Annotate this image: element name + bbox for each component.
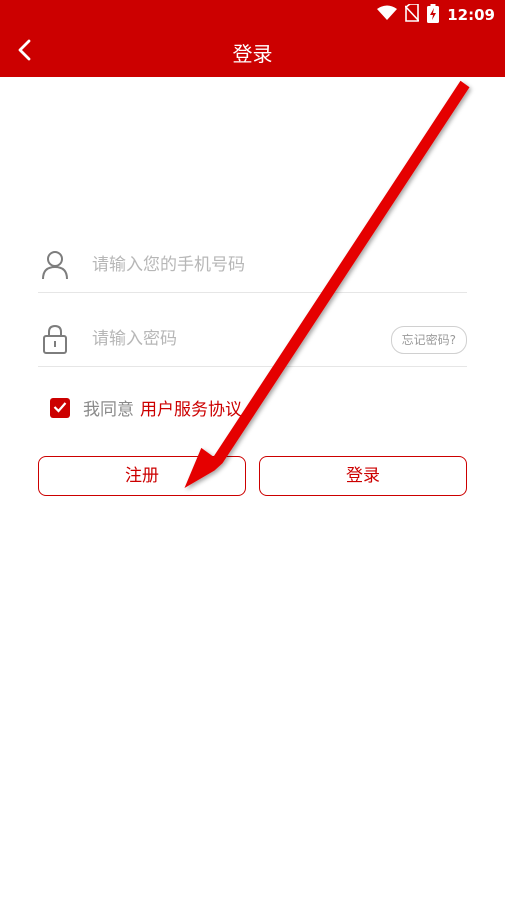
agreement-text: 我同意 xyxy=(83,400,134,420)
app-bar: 12:09 登录 xyxy=(0,0,505,77)
phone-field xyxy=(38,240,467,293)
page-title: 登录 xyxy=(232,42,273,66)
register-button[interactable]: 注册 xyxy=(38,456,246,496)
password-field: 忘记密码? xyxy=(38,314,467,367)
agreement-checkbox[interactable] xyxy=(50,397,70,418)
password-input[interactable] xyxy=(92,326,372,352)
agreement-row: 我同意 用户服务协议 xyxy=(50,395,242,420)
status-bar: 12:09 xyxy=(377,3,495,27)
battery-charging-icon xyxy=(427,3,440,27)
login-button[interactable]: 登录 xyxy=(259,456,467,496)
user-agreement-link[interactable]: 用户服务协议 xyxy=(140,395,242,420)
lock-icon xyxy=(41,324,69,354)
checkmark-icon xyxy=(53,398,67,417)
forgot-password-button[interactable]: 忘记密码? xyxy=(390,326,467,354)
wifi-icon xyxy=(377,5,398,25)
user-icon xyxy=(41,250,69,280)
annotation-arrow xyxy=(184,80,470,489)
phone-input[interactable] xyxy=(92,252,372,278)
no-sim-icon xyxy=(404,3,420,26)
status-time: 12:09 xyxy=(447,6,495,24)
